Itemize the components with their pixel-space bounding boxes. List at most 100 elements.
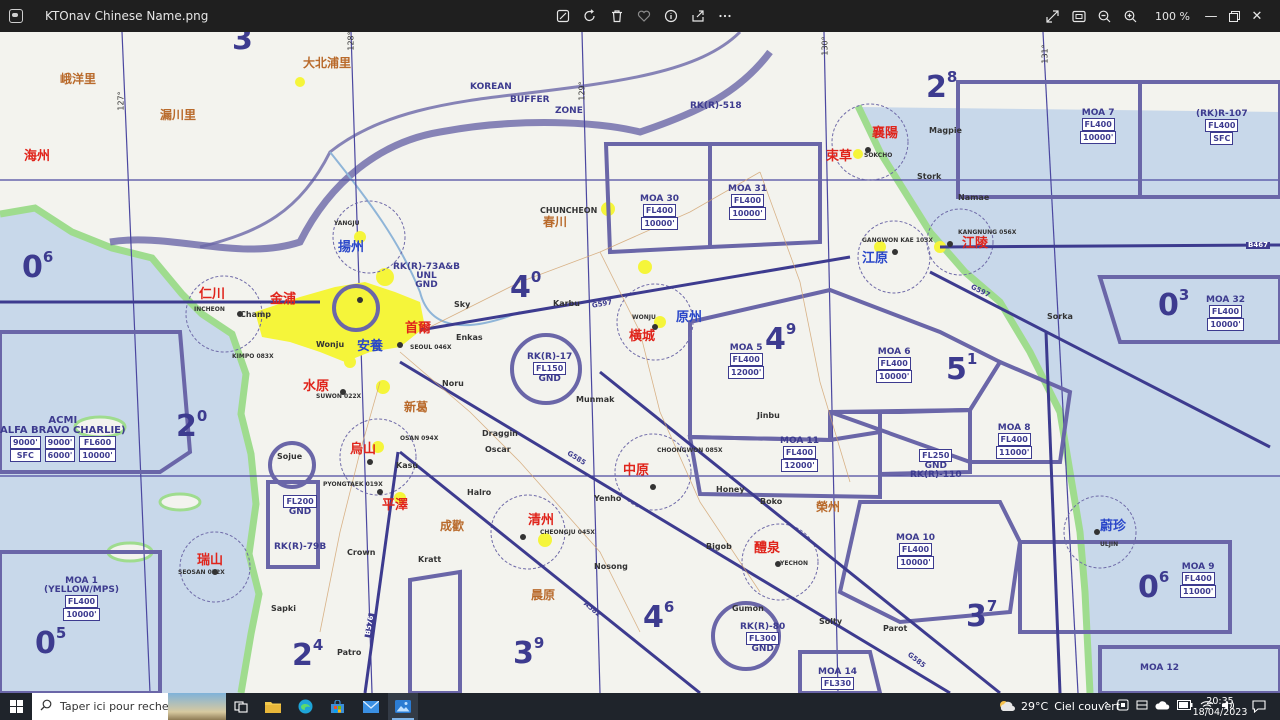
grid-number: 24: [292, 636, 324, 673]
city-label-red: 水原: [303, 379, 330, 394]
airport-label: YANGJU: [334, 220, 360, 227]
delete-icon[interactable]: [607, 7, 626, 26]
city-label-red: 中原: [623, 463, 650, 478]
task-view-icon[interactable]: [226, 693, 256, 720]
city-label-red: 橫城: [629, 329, 656, 344]
onedrive-cloud-icon[interactable]: [1155, 700, 1170, 713]
grid-number: 39: [513, 634, 545, 671]
airport-label: CHOONGWON 085X: [657, 447, 723, 454]
moa-label: MOA 8 FL400 11000': [996, 423, 1033, 459]
file-name: KTOnav Chinese Name.png: [45, 9, 209, 23]
fit-window-icon[interactable]: [1069, 7, 1088, 26]
city-label-blue: 蔚珍: [1100, 519, 1127, 534]
airport-label: SUWON 022X: [316, 393, 362, 400]
battery-icon[interactable]: [1177, 700, 1193, 713]
grid-number: 20: [176, 407, 208, 444]
place-name: Yenho: [594, 494, 622, 503]
close-icon[interactable]: ✕: [1234, 0, 1280, 32]
title-bar: KTOnav Chinese Name.png 100 % — ✕: [0, 0, 1280, 32]
image-toolbar: [553, 0, 734, 32]
town-label-brown: 新葛: [404, 400, 429, 414]
rotate-icon[interactable]: [580, 7, 599, 26]
place-name: Kasu: [396, 461, 419, 470]
place-name: Kratt: [418, 555, 442, 564]
meridian-label: 128°: [346, 32, 356, 51]
airport-label: YECHON: [780, 560, 808, 567]
place-name: Sapki: [271, 604, 296, 613]
zoom-level[interactable]: 100 %: [1155, 10, 1190, 23]
store-icon[interactable]: [322, 693, 352, 720]
city-label-red: 金浦: [270, 292, 297, 307]
windows-start-icon[interactable]: [0, 693, 32, 720]
taskbar-search-box[interactable]: Taper ici pour rechercher: [32, 693, 226, 720]
place-name: Oscar: [485, 445, 511, 454]
weather-temperature: 29°C: [1021, 700, 1049, 713]
restricted-area-label: RK(R)-17 FL150 GND: [527, 352, 573, 384]
place-name: Parot: [883, 624, 908, 633]
network-storage-icon[interactable]: [1136, 699, 1148, 714]
share-icon[interactable]: [688, 7, 707, 26]
place-name: Nosong: [594, 562, 628, 571]
file-explorer-icon[interactable]: [258, 693, 288, 720]
place-name: Champ: [240, 310, 272, 319]
aeronautical-chart-image: 28 06 40 03 49 51 20 06 37 05 24 39 46 3…: [0, 32, 1280, 693]
place-name: CHUNCHEON: [540, 206, 598, 215]
chevron-up-icon[interactable]: ⌃: [1102, 701, 1110, 712]
edit-icon[interactable]: [553, 7, 572, 26]
grid-number: 46: [643, 598, 675, 635]
moa-label: MOA 14 FL330: [818, 667, 857, 690]
more-icon[interactable]: [715, 7, 734, 26]
grid-number: 06: [1138, 568, 1170, 605]
moa-label: MOA 30 FL400 10000': [640, 194, 679, 230]
city-label-red: 江陵: [962, 236, 989, 251]
clock-time: 20:35: [1206, 695, 1234, 707]
town-label-brown: 漏川里: [160, 108, 197, 122]
search-icon: [40, 699, 52, 714]
place-name: Sorka: [1047, 312, 1073, 321]
city-label-red: 仁川: [199, 287, 226, 302]
place-name: BUFFER: [510, 95, 550, 105]
place-name: Halro: [467, 488, 492, 497]
airport-label: SEOSAN 052X: [178, 569, 225, 576]
moa-label: MOA 6 FL400 10000': [876, 347, 913, 383]
notifications-icon[interactable]: [1252, 693, 1266, 720]
restricted-area-label: RK(R)-73A&B UNL GND: [393, 262, 460, 290]
grid-number: 03: [1158, 286, 1190, 323]
zoom-in-icon[interactable]: [1121, 7, 1140, 26]
place-name: Patro: [337, 648, 362, 657]
place-name: Namae: [958, 193, 990, 202]
airport-label: CHEONGJU 045X: [540, 529, 595, 536]
place-name: Jinbu: [757, 411, 780, 420]
moa-label: MOA 9 FL400 11000': [1180, 562, 1217, 598]
device-icon[interactable]: [1117, 699, 1129, 714]
moa-label: MOA 12: [1140, 663, 1179, 673]
moa-label: MOA 31 FL400 10000': [728, 184, 767, 220]
town-label-brown: 大北浦里: [303, 56, 352, 70]
restricted-area-label: FL200 GND RK(R)-79B: [274, 495, 327, 552]
meridian-label: 127°: [116, 91, 126, 111]
airway-label: B467: [1246, 241, 1270, 249]
meridian-label: 131°: [1040, 44, 1050, 64]
town-label-brown: 峨洋里: [60, 72, 97, 86]
zoom-out-icon[interactable]: [1095, 7, 1114, 26]
place-name: Noru: [442, 379, 464, 388]
place-name: Crown: [347, 548, 376, 557]
clock[interactable]: 20:35 18/04/2023: [1193, 693, 1248, 720]
place-name: Bigob: [706, 542, 732, 551]
info-icon[interactable]: [661, 7, 680, 26]
acmi-label: ACMI ALFA BRAVO CHARLIE) 9000' SFC 9000' 6…: [0, 415, 126, 462]
airport-label: PYONGTAEK 019X: [323, 481, 383, 488]
edge-browser-icon[interactable]: [290, 693, 320, 720]
city-label-blue: 揚州: [338, 240, 365, 255]
place-name: Munmak: [576, 395, 615, 404]
photos-app-icon[interactable]: [388, 693, 418, 720]
expand-icon[interactable]: [1043, 7, 1062, 26]
airport-label: SEOUL 046X: [410, 344, 452, 351]
favorite-icon[interactable]: [634, 7, 653, 26]
airport-label: KANGNUNG 056X: [958, 229, 1017, 236]
restricted-area-label: RK(R)-80 FL300 GND: [740, 622, 786, 654]
moa-label: (RK)R-107 FL400 SFC: [1196, 109, 1248, 145]
mail-icon[interactable]: [356, 693, 386, 720]
moa-label: MOA 10 FL400 10000': [896, 533, 935, 569]
place-name: KOREAN: [470, 82, 512, 92]
